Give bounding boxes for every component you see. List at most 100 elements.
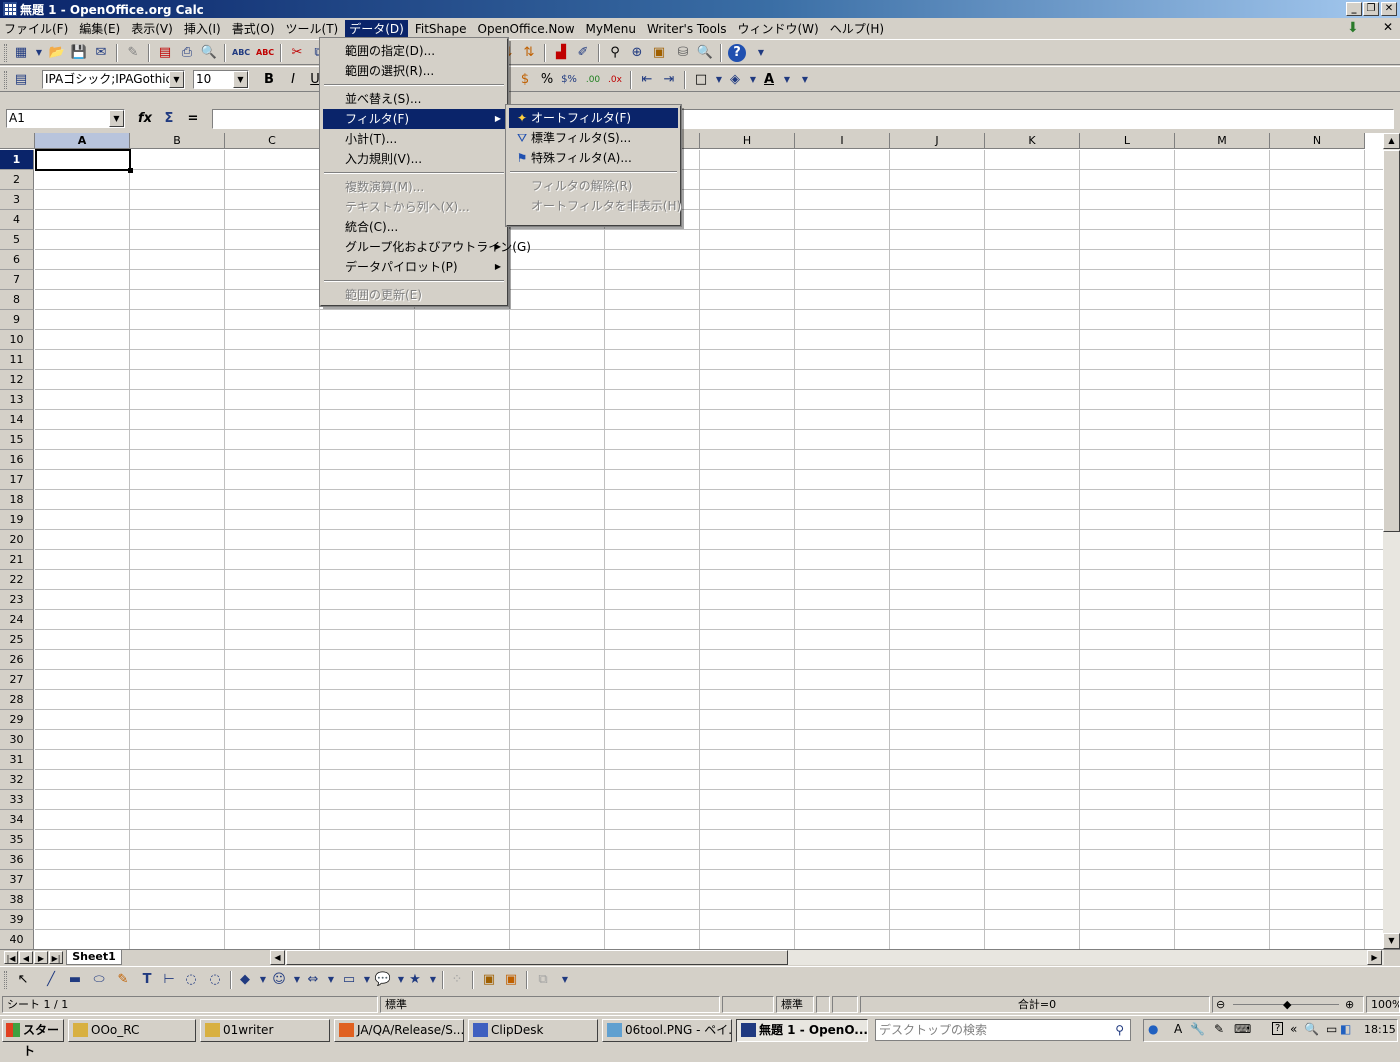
sort-descending-icon[interactable]: ⇅ xyxy=(520,44,538,62)
row-header-33[interactable]: 33 xyxy=(0,790,34,810)
minimize-button[interactable]: _ xyxy=(1346,2,1362,16)
row-header-10[interactable]: 10 xyxy=(0,330,34,350)
data-menu-item-12[interactable]: データパイロット(P) ▶ xyxy=(323,257,505,277)
font-name-combo[interactable]: IPAゴシック;IPAGothic ▼ xyxy=(42,70,185,89)
menu-tools[interactable]: ツール(T) xyxy=(282,20,343,38)
input-mode-icon[interactable]: A xyxy=(1174,1022,1182,1036)
row-header-35[interactable]: 35 xyxy=(0,830,34,850)
spellcheck-icon[interactable]: ABC xyxy=(232,44,250,62)
monitor-icon[interactable]: ▭ xyxy=(1326,1022,1337,1036)
page-preview-icon[interactable]: 🔍 xyxy=(200,44,218,62)
print-icon[interactable]: ⎙ xyxy=(178,44,196,62)
next-sheet-button[interactable]: ▶ xyxy=(34,951,48,964)
menu-file[interactable]: ファイル(F) xyxy=(0,20,72,38)
row-header-19[interactable]: 19 xyxy=(0,510,34,530)
data-menu-item-11[interactable]: グループ化およびアウトライン(G) ▶ xyxy=(323,237,531,257)
toolbar-options-icon[interactable]: ▼ xyxy=(796,71,814,89)
callouts-icon[interactable]: 💬 xyxy=(374,971,392,989)
function-wizard-icon[interactable]: fx xyxy=(136,110,154,128)
row-header-38[interactable]: 38 xyxy=(0,890,34,910)
zoom-thumb[interactable]: ◆ xyxy=(1283,997,1291,1012)
row-header-8[interactable]: 8 xyxy=(0,290,34,310)
chart-icon[interactable]: ▟ xyxy=(552,44,570,62)
rectangle-icon[interactable]: ▬ xyxy=(66,971,84,989)
column-header-c[interactable]: C xyxy=(225,133,320,149)
flowchart-icon[interactable]: ▭ xyxy=(340,971,358,989)
data-menu-item-4[interactable]: フィルタ(F) ▶ xyxy=(323,109,505,129)
close-button[interactable]: ✕ xyxy=(1381,2,1397,16)
scroll-right-button[interactable]: ▶ xyxy=(1367,950,1382,965)
bold-icon[interactable]: B xyxy=(260,71,278,89)
background-color-icon[interactable]: ◈ xyxy=(726,71,744,89)
data-sources-icon[interactable]: ⛁ xyxy=(674,44,692,62)
selection-mode[interactable] xyxy=(816,996,830,1013)
symbol-shapes-icon[interactable]: ☺ xyxy=(270,971,288,989)
standard-format-icon[interactable]: $% xyxy=(560,71,578,89)
name-box[interactable]: A1 ▼ xyxy=(6,109,125,128)
block-arrows-icon[interactable]: ⇔ xyxy=(304,971,322,989)
menu-writers-tools[interactable]: Writer's Tools xyxy=(643,20,731,38)
row-header-23[interactable]: 23 xyxy=(0,590,34,610)
toolbar-grip[interactable] xyxy=(4,71,7,89)
data-menu-item-0[interactable]: 範囲の指定(D)... xyxy=(323,41,505,61)
help-icon[interactable]: ? xyxy=(728,44,746,62)
increase-indent-icon[interactable]: ⇥ xyxy=(660,71,678,89)
export-pdf-icon[interactable]: ▤ xyxy=(156,44,174,62)
ime-icon[interactable]: ● xyxy=(1148,1022,1158,1036)
row-header-28[interactable]: 28 xyxy=(0,690,34,710)
sum-icon[interactable]: Σ xyxy=(160,110,178,128)
column-header-j[interactable]: J xyxy=(890,133,985,149)
row-header-6[interactable]: 6 xyxy=(0,250,34,270)
taskbar-button-5[interactable]: 無題 1 - OpenO... xyxy=(736,1019,868,1042)
row-header-36[interactable]: 36 xyxy=(0,850,34,870)
row-header-24[interactable]: 24 xyxy=(0,610,34,630)
save-icon[interactable]: 💾 xyxy=(70,44,88,62)
filter-menu-item-1[interactable]: ⛛ 標準フィルタ(S)... xyxy=(509,128,678,148)
stars-dropdown-icon[interactable]: ▼ xyxy=(424,971,442,989)
zoom-slider[interactable]: ⊖ ◆ ⊕ xyxy=(1212,996,1364,1013)
row-header-14[interactable]: 14 xyxy=(0,410,34,430)
row-header-13[interactable]: 13 xyxy=(0,390,34,410)
zoom-out-icon[interactable]: ⊖ xyxy=(1216,997,1225,1012)
chevron-down-icon[interactable]: ▼ xyxy=(169,71,184,88)
row-header-7[interactable]: 7 xyxy=(0,270,34,290)
menu-fitshape[interactable]: FitShape xyxy=(411,20,471,38)
row-header-31[interactable]: 31 xyxy=(0,750,34,770)
row-header-11[interactable]: 11 xyxy=(0,350,34,370)
menu-view[interactable]: 表示(V) xyxy=(127,20,177,38)
row-header-21[interactable]: 21 xyxy=(0,550,34,570)
from-file-icon[interactable]: ▣ xyxy=(480,971,498,989)
chevron-down-icon[interactable]: ▼ xyxy=(109,110,124,127)
row-header-39[interactable]: 39 xyxy=(0,910,34,930)
row-header-25[interactable]: 25 xyxy=(0,630,34,650)
toolbar-options-icon[interactable]: ▼ xyxy=(556,971,574,989)
show-hidden-icons-icon[interactable]: « xyxy=(1290,1022,1297,1036)
italic-icon[interactable]: I xyxy=(284,71,302,89)
add-decimal-icon[interactable]: .00 xyxy=(584,71,602,89)
help-icon[interactable]: ? xyxy=(1272,1022,1284,1035)
row-header-16[interactable]: 16 xyxy=(0,450,34,470)
chevron-down-icon[interactable]: ▼ xyxy=(233,71,248,88)
block-arrows-dropdown-icon[interactable]: ▼ xyxy=(322,971,340,989)
delete-decimal-icon[interactable]: .0x xyxy=(606,71,624,89)
close-document-icon[interactable]: ✕ xyxy=(1383,20,1393,34)
cut-icon[interactable]: ✂ xyxy=(288,44,306,62)
row-header-5[interactable]: 5 xyxy=(0,230,34,250)
filter-menu-item-0[interactable]: ✦ オートフィルタ(F) xyxy=(509,108,678,128)
borders-icon[interactable]: □ xyxy=(692,71,710,89)
extrusion-icon[interactable]: ⧉ xyxy=(534,971,552,989)
toolbar-options-icon[interactable]: ▼ xyxy=(752,44,770,62)
toolbar-grip[interactable] xyxy=(4,971,7,989)
scroll-down-button[interactable]: ▼ xyxy=(1383,933,1400,949)
menu-window[interactable]: ウィンドウ(W) xyxy=(733,20,822,38)
zoom-icon[interactable]: 🔍 xyxy=(696,44,714,62)
text-icon[interactable]: T xyxy=(138,971,156,989)
column-header-k[interactable]: K xyxy=(985,133,1080,149)
gallery-icon[interactable]: ▣ xyxy=(650,44,668,62)
column-header-n[interactable]: N xyxy=(1270,133,1365,149)
page-style[interactable]: 標準 xyxy=(380,996,720,1013)
row-header-22[interactable]: 22 xyxy=(0,570,34,590)
navigator-icon[interactable]: ⊕ xyxy=(628,44,646,62)
vertical-scrollbar[interactable]: ▲ ▼ xyxy=(1383,133,1400,949)
column-header-i[interactable]: I xyxy=(795,133,890,149)
